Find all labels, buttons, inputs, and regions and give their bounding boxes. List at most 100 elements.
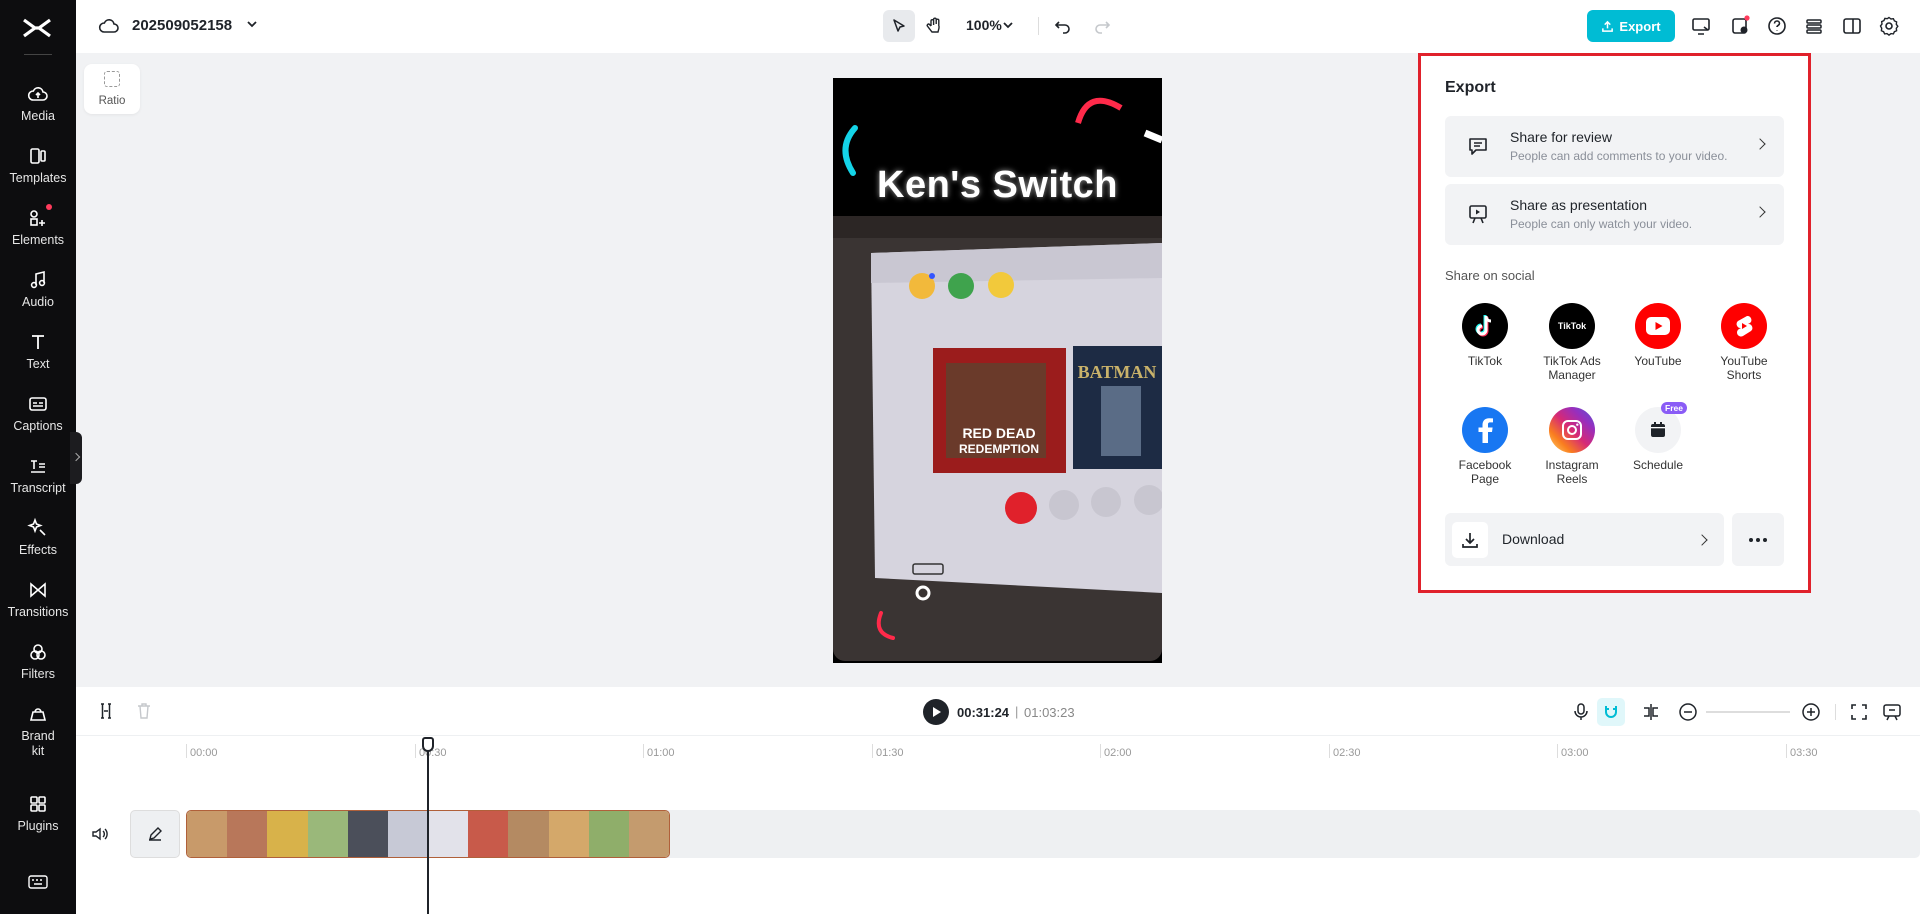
share-instagram-reels-button[interactable]: Instagram Reels bbox=[1529, 407, 1615, 486]
clip-thumbnail bbox=[387, 811, 429, 857]
edit-cover-button[interactable] bbox=[130, 810, 180, 858]
svg-text:BATMAN: BATMAN bbox=[1078, 362, 1157, 382]
undo-icon[interactable] bbox=[1052, 15, 1074, 37]
share-tiktok-button[interactable]: TikTok bbox=[1442, 303, 1528, 369]
hand-tool-icon[interactable] bbox=[924, 15, 946, 37]
aspect-ratio-icon bbox=[104, 71, 120, 87]
fullscreen-icon[interactable] bbox=[1850, 703, 1868, 721]
zoom-level[interactable]: 100% bbox=[966, 17, 1002, 33]
chevron-down-icon[interactable] bbox=[244, 16, 260, 32]
video-preview[interactable]: RED DEAD REDEMPTION BATMAN Ken's Switch bbox=[833, 78, 1162, 663]
ruler-tick bbox=[872, 744, 873, 758]
layers-icon[interactable] bbox=[1803, 15, 1825, 37]
sidebar-item-label: Effects bbox=[19, 543, 57, 557]
download-label: Download bbox=[1502, 531, 1565, 547]
cloud-sync-icon[interactable] bbox=[98, 15, 120, 37]
sidebar-collapse-handle[interactable] bbox=[70, 432, 82, 484]
ruler-label: 02:30 bbox=[1333, 747, 1361, 759]
clip-thumbnail bbox=[508, 811, 549, 857]
present-screen-icon[interactable] bbox=[1690, 15, 1712, 37]
social-label: Facebook Page bbox=[1458, 458, 1512, 486]
sidebar-item-elements[interactable]: Elements bbox=[0, 204, 76, 248]
facebook-icon bbox=[1462, 407, 1508, 453]
panel-layout-icon[interactable] bbox=[1841, 15, 1863, 37]
help-icon[interactable] bbox=[1766, 15, 1788, 37]
project-name[interactable]: 202509052158 bbox=[132, 17, 232, 34]
auto-snap-toggle[interactable] bbox=[1597, 698, 1625, 726]
playhead-handle[interactable] bbox=[422, 737, 434, 752]
delete-icon[interactable] bbox=[136, 702, 152, 720]
timeline-panel: 00:31:24 | 01:03:23 00:00 00:30 01:00 01… bbox=[76, 687, 1920, 914]
notification-icon[interactable] bbox=[1729, 15, 1751, 37]
share-as-presentation-button[interactable]: Share as presentation People can only wa… bbox=[1445, 184, 1784, 245]
download-button[interactable]: Download bbox=[1445, 513, 1724, 566]
chevron-right-icon bbox=[1696, 534, 1708, 546]
social-label: Instagram Reels bbox=[1545, 458, 1599, 486]
clip-thumbnail bbox=[428, 811, 469, 857]
sidebar-item-label: Filters bbox=[20, 667, 56, 681]
ratio-button[interactable]: Ratio bbox=[84, 64, 140, 114]
sidebar-item-plugins[interactable]: Plugins bbox=[0, 792, 76, 834]
share-facebook-page-button[interactable]: Facebook Page bbox=[1442, 407, 1528, 486]
ratio-label: Ratio bbox=[98, 95, 126, 107]
clip-thumbnail bbox=[347, 811, 388, 857]
sidebar-item-media[interactable]: Media bbox=[0, 82, 76, 124]
share-for-review-button[interactable]: Share for review People can add comments… bbox=[1445, 116, 1784, 177]
zoom-in-icon[interactable] bbox=[1801, 702, 1821, 722]
settings-gear-icon[interactable] bbox=[1878, 15, 1900, 37]
sidebar-item-text[interactable]: Text bbox=[0, 330, 76, 372]
left-sidebar: Media Templates Elements Audio Text Capt… bbox=[0, 0, 76, 914]
chevron-down-icon[interactable] bbox=[1000, 17, 1016, 33]
ruler-tick bbox=[643, 744, 644, 758]
share-youtube-shorts-button[interactable]: YouTube Shorts bbox=[1701, 303, 1787, 382]
notification-dot bbox=[46, 204, 52, 210]
instagram-icon bbox=[1549, 407, 1595, 453]
sidebar-item-templates[interactable]: Templates bbox=[0, 144, 76, 186]
clip-thumbnail bbox=[267, 811, 308, 857]
elements-icon bbox=[30, 210, 45, 226]
microphone-icon[interactable] bbox=[1572, 702, 1590, 722]
sidebar-item-filters[interactable]: Filters bbox=[0, 640, 76, 682]
export-button[interactable]: Export bbox=[1587, 10, 1675, 42]
filters-icon bbox=[30, 644, 46, 660]
clip-thumbnail bbox=[227, 811, 268, 857]
track-volume-icon[interactable] bbox=[91, 825, 109, 843]
captions-icon bbox=[29, 397, 47, 411]
share-tiktok-ads-manager-button[interactable]: TikTok TikTok Ads Manager bbox=[1529, 303, 1615, 382]
feedback-icon[interactable] bbox=[1882, 702, 1902, 722]
divider bbox=[24, 54, 52, 55]
link-clips-icon[interactable] bbox=[1641, 702, 1661, 722]
cursor-icon bbox=[893, 19, 905, 32]
sidebar-item-transcript[interactable]: Transcript bbox=[0, 454, 76, 496]
keyboard-icon[interactable] bbox=[28, 874, 48, 890]
ruler-label: 03:00 bbox=[1561, 747, 1589, 759]
share-as-presentation-title: Share as presentation bbox=[1510, 197, 1647, 213]
capcut-logo bbox=[23, 18, 51, 38]
tiktok-ads-manager-icon: TikTok bbox=[1549, 303, 1595, 349]
redo-icon[interactable] bbox=[1091, 15, 1113, 37]
split-icon[interactable] bbox=[98, 702, 114, 720]
divider bbox=[1038, 17, 1039, 35]
social-label: TikTok bbox=[1467, 354, 1503, 368]
clip-thumbnail bbox=[588, 811, 629, 857]
schedule-button[interactable]: Free Schedule bbox=[1615, 402, 1701, 473]
share-youtube-button[interactable]: YouTube bbox=[1615, 303, 1701, 369]
zoom-out-icon[interactable] bbox=[1678, 702, 1698, 722]
comment-icon bbox=[1469, 138, 1487, 155]
svg-text:RED DEAD: RED DEAD bbox=[962, 425, 1035, 441]
select-tool-button[interactable] bbox=[883, 10, 915, 42]
social-label: YouTube Shorts bbox=[1720, 354, 1768, 382]
sidebar-item-captions[interactable]: Captions bbox=[0, 392, 76, 434]
chevron-right-icon bbox=[1754, 138, 1766, 150]
play-button[interactable] bbox=[923, 699, 949, 725]
sidebar-item-label: Transcript bbox=[10, 481, 66, 495]
sidebar-item-transitions[interactable]: Transitions bbox=[0, 578, 76, 620]
sidebar-item-effects[interactable]: Effects bbox=[0, 516, 76, 558]
more-options-button[interactable] bbox=[1732, 513, 1784, 566]
sidebar-item-brand-kit[interactable]: Brand kit bbox=[0, 702, 76, 759]
timeline-zoom-slider[interactable] bbox=[1706, 711, 1790, 713]
share-for-review-title: Share for review bbox=[1510, 129, 1612, 145]
sidebar-item-audio[interactable]: Audio bbox=[0, 268, 76, 310]
playhead-line[interactable] bbox=[427, 739, 429, 914]
social-label: TikTok Ads Manager bbox=[1543, 354, 1601, 382]
